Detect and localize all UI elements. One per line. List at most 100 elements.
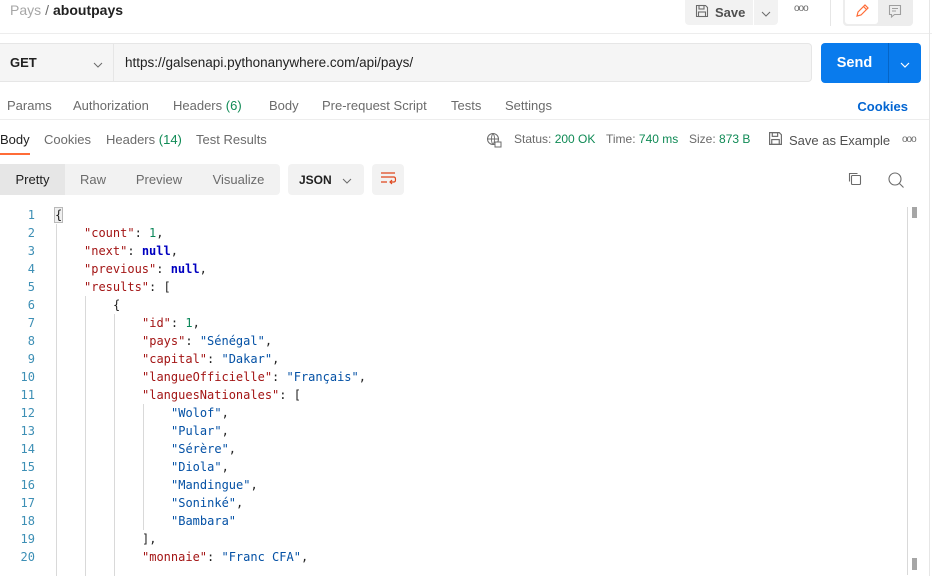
send-options-button[interactable] xyxy=(889,43,921,83)
copy-button[interactable] xyxy=(847,171,863,190)
code-text: "pays": "Sénégal", xyxy=(142,332,272,350)
code-token: , xyxy=(221,424,229,438)
method-label: GET xyxy=(10,55,37,70)
code-token: "Sénégal" xyxy=(199,334,265,348)
view-visualize[interactable]: Visualize xyxy=(197,164,280,195)
code-text: "Bambara" xyxy=(171,512,236,530)
breadcrumb-separator: / xyxy=(45,2,50,18)
tab-settings[interactable]: Settings xyxy=(505,98,552,113)
code-token: , xyxy=(221,460,229,474)
breadcrumb: Pays / aboutpays xyxy=(10,2,123,18)
scrollbar-track xyxy=(907,207,908,575)
response-tab-body[interactable]: Body xyxy=(0,132,30,155)
tab-body[interactable]: Body xyxy=(269,98,299,113)
url-input[interactable] xyxy=(114,43,812,82)
tab-label: Settings xyxy=(505,98,552,113)
code-token: , xyxy=(221,406,229,420)
send-label: Send xyxy=(836,55,873,71)
code-line: 14 "Sérère", xyxy=(0,440,905,458)
tab-label: Test Results xyxy=(196,132,267,147)
response-tab-headers[interactable]: Headers (14) xyxy=(106,132,182,147)
editor-scrollbar[interactable] xyxy=(907,205,921,576)
code-token: "Soninké" xyxy=(171,496,237,510)
code-line: 13 "Pular", xyxy=(0,422,905,440)
code-token: "Diola" xyxy=(171,460,222,474)
chevron-down-icon xyxy=(900,56,910,71)
tab-label: Pre-request Script xyxy=(322,98,427,113)
code-text: "results": [ xyxy=(84,278,171,296)
word-wrap-button[interactable] xyxy=(372,164,404,195)
line-number: 20 xyxy=(20,550,35,564)
view-label: Visualize xyxy=(212,172,265,187)
format-select[interactable]: JSON xyxy=(288,164,364,195)
code-line: 18 "Bambara" xyxy=(0,512,905,530)
code-token: { xyxy=(53,207,64,223)
code-text: "capital": "Dakar", xyxy=(142,350,279,368)
code-token: : [ xyxy=(279,388,301,402)
code-line: 3 "next": null, xyxy=(0,242,905,260)
code-text: "next": null, xyxy=(84,242,178,260)
code-token: "monnaie" xyxy=(142,550,208,564)
view-label: Pretty xyxy=(15,172,50,187)
response-tab-test-results[interactable]: Test Results xyxy=(196,132,267,147)
view-preview[interactable]: Preview xyxy=(121,164,197,195)
code-text: "Mandingue", xyxy=(171,476,258,494)
request-name[interactable]: aboutpays xyxy=(53,2,123,18)
line-number: 7 xyxy=(27,316,35,330)
format-label: JSON xyxy=(299,172,332,187)
method-select[interactable]: GET xyxy=(0,43,114,82)
code-text: "count": 1, xyxy=(84,224,164,242)
wrap-lines-icon xyxy=(379,170,397,189)
search-button[interactable] xyxy=(887,171,905,192)
headers-count: (6) xyxy=(225,98,242,113)
view-mode-selector: Pretty Raw Preview Visualize xyxy=(0,164,280,195)
code-text: ], xyxy=(142,530,156,548)
request-tabs: Params Authorization Headers (6) Body Pr… xyxy=(0,94,929,120)
response-body-editor[interactable]: 1{2 "count": 1, 3 "next": null, 4 "previous":… xyxy=(0,205,905,576)
comments-button[interactable] xyxy=(878,0,911,24)
save-button[interactable]: Save xyxy=(685,0,753,25)
code-token: , xyxy=(358,370,366,384)
scrollbar-marker[interactable] xyxy=(912,558,917,570)
code-token: , xyxy=(272,352,280,366)
code-token: : xyxy=(156,262,171,276)
view-raw[interactable]: Raw xyxy=(65,164,121,195)
save-as-example-button[interactable]: Save as Example xyxy=(768,131,890,149)
tab-tests[interactable]: Tests xyxy=(451,98,481,113)
size-label: Size: xyxy=(689,132,716,146)
more-response-actions-icon[interactable]: ooo xyxy=(902,134,917,145)
code-token: "Bambara" xyxy=(171,514,237,528)
code-token: , xyxy=(264,334,273,348)
tab-label: Tests xyxy=(451,98,482,113)
scrollbar-marker[interactable] xyxy=(912,207,917,218)
top-bar: Pays / aboutpays Save ooo xyxy=(0,0,932,34)
more-actions-icon[interactable]: ooo xyxy=(794,3,809,14)
code-token: , xyxy=(192,316,200,330)
code-text: "Wolof", xyxy=(171,404,229,422)
send-button[interactable]: Send xyxy=(821,43,921,83)
code-token: , xyxy=(228,442,237,456)
chevron-down-icon xyxy=(93,56,103,71)
mode-toggle xyxy=(843,0,913,26)
code-token: "previous" xyxy=(84,262,157,276)
line-number: 17 xyxy=(20,496,35,510)
breadcrumb-collection[interactable]: Pays xyxy=(10,2,41,18)
network-globe-icon[interactable] xyxy=(486,132,502,151)
response-tab-cookies[interactable]: Cookies xyxy=(44,132,91,147)
tab-params[interactable]: Params xyxy=(7,98,52,113)
code-text: "langueOfficielle": "Français", xyxy=(142,368,366,386)
code-text: "id": 1, xyxy=(142,314,200,332)
code-line: 15 "Diola", xyxy=(0,458,905,476)
code-token: null xyxy=(170,262,200,276)
tab-headers[interactable]: Headers (6) xyxy=(173,98,242,113)
view-pretty[interactable]: Pretty xyxy=(0,164,65,195)
code-token: null xyxy=(141,244,171,258)
save-options-button[interactable] xyxy=(754,0,778,25)
code-line: 16 "Mandingue", xyxy=(0,476,905,494)
time-label: Time: xyxy=(606,132,636,146)
code-token: : xyxy=(127,244,142,258)
cookies-link[interactable]: Cookies xyxy=(857,99,908,114)
tab-authorization[interactable]: Authorization xyxy=(73,98,149,113)
tab-pre-request-script[interactable]: Pre-request Script xyxy=(322,98,427,113)
edit-mode-button[interactable] xyxy=(845,0,878,24)
